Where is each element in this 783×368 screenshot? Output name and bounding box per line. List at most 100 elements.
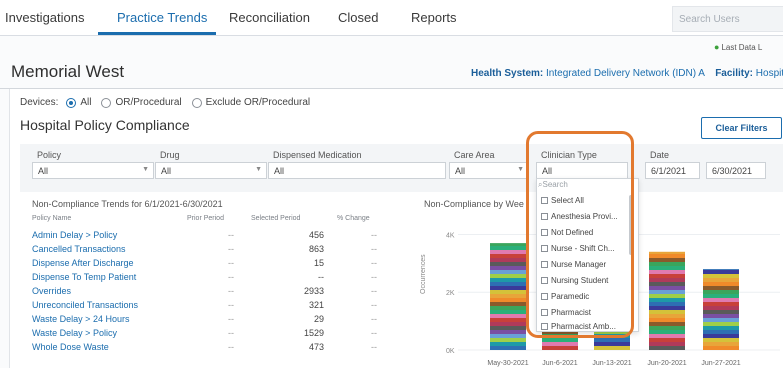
- bar-segment[interactable]: [490, 266, 526, 270]
- bar-segment[interactable]: [703, 294, 739, 298]
- bar-segment[interactable]: [490, 274, 526, 278]
- date-end-input[interactable]: 6/30/2021: [706, 162, 766, 179]
- bar-segment[interactable]: [490, 330, 526, 334]
- bar-segment[interactable]: [649, 274, 685, 278]
- bar-segment[interactable]: [703, 278, 739, 282]
- tab-closed[interactable]: Closed: [338, 10, 378, 25]
- bar-segment[interactable]: [490, 306, 526, 310]
- facility-value[interactable]: Hospital A: [756, 68, 783, 79]
- bar-segment[interactable]: [703, 306, 739, 310]
- bar-segment[interactable]: [649, 251, 685, 254]
- bar-segment[interactable]: [649, 330, 685, 334]
- bar-segment[interactable]: [703, 346, 739, 350]
- bar-segment[interactable]: [490, 338, 526, 342]
- bar-segment[interactable]: [490, 314, 526, 318]
- bar-segment[interactable]: [649, 342, 685, 346]
- bar-segment[interactable]: [649, 322, 685, 326]
- bar-segment[interactable]: [490, 302, 526, 306]
- bar-segment[interactable]: [703, 290, 739, 294]
- dispensed-medication-select[interactable]: All: [268, 162, 446, 179]
- bar-segment[interactable]: [703, 270, 739, 274]
- bar-segment[interactable]: [490, 322, 526, 326]
- bar-segment[interactable]: [490, 246, 526, 250]
- bar-segment[interactable]: [703, 310, 739, 314]
- bar-segment[interactable]: [703, 314, 739, 318]
- bar-segment[interactable]: [649, 326, 685, 330]
- policy-link[interactable]: Admin Delay > Policy: [32, 230, 117, 240]
- radio-all[interactable]: [66, 97, 77, 108]
- drug-select[interactable]: All ▼: [155, 162, 267, 179]
- policy-select[interactable]: All ▼: [32, 162, 154, 179]
- bar-segment[interactable]: [703, 318, 739, 322]
- bar-segment[interactable]: [649, 258, 685, 262]
- bar-segment[interactable]: [490, 282, 526, 286]
- bar-segment[interactable]: [490, 310, 526, 314]
- bar-segment[interactable]: [649, 278, 685, 282]
- bar-segment[interactable]: [649, 306, 685, 310]
- bar-segment[interactable]: [490, 346, 526, 350]
- bar-segment[interactable]: [649, 314, 685, 318]
- tab-reconciliation[interactable]: Reconciliation: [229, 10, 310, 25]
- bar-segment[interactable]: [490, 286, 526, 290]
- policy-link[interactable]: Cancelled Transactions: [32, 244, 126, 254]
- radio-exclude-or-procedural[interactable]: [191, 97, 202, 108]
- bar-segment[interactable]: [703, 302, 739, 306]
- bar-segment[interactable]: [649, 294, 685, 298]
- bar-segment[interactable]: [649, 254, 685, 258]
- bar-segment[interactable]: [490, 254, 526, 258]
- bar-segment[interactable]: [542, 342, 578, 346]
- bar-segment[interactable]: [649, 266, 685, 270]
- bar-segment[interactable]: [649, 282, 685, 286]
- bar-segment[interactable]: [703, 286, 739, 290]
- bar-segment[interactable]: [703, 338, 739, 342]
- bar-segment[interactable]: [490, 278, 526, 282]
- bar-segment[interactable]: [703, 334, 739, 338]
- radio-or-procedural[interactable]: [101, 97, 112, 108]
- bar-segment[interactable]: [649, 270, 685, 274]
- policy-link[interactable]: Unreconciled Transactions: [32, 300, 138, 310]
- bar-segment[interactable]: [649, 346, 685, 350]
- policy-link[interactable]: Dispense After Discharge: [32, 258, 134, 268]
- bar-segment[interactable]: [594, 338, 630, 342]
- bar-segment[interactable]: [490, 270, 526, 274]
- search-users-input[interactable]: Search Users: [672, 6, 783, 32]
- bar-segment[interactable]: [703, 326, 739, 330]
- care-area-select[interactable]: All ▼: [449, 162, 529, 179]
- tab-practice-trends[interactable]: Practice Trends: [117, 10, 207, 25]
- bar-segment[interactable]: [649, 318, 685, 322]
- bar-segment[interactable]: [490, 326, 526, 330]
- bar-segment[interactable]: [490, 290, 526, 294]
- policy-link[interactable]: Overrides: [32, 286, 71, 296]
- health-system-value[interactable]: Integrated Delivery Network (IDN) A: [546, 68, 704, 79]
- bar-segment[interactable]: [649, 290, 685, 294]
- policy-link[interactable]: Whole Dose Waste: [32, 342, 109, 352]
- bar-segment[interactable]: [490, 258, 526, 262]
- bar-segment[interactable]: [490, 342, 526, 346]
- bar-segment[interactable]: [703, 322, 739, 326]
- bar-segment[interactable]: [490, 243, 526, 246]
- bar-segment[interactable]: [649, 310, 685, 314]
- tab-investigations[interactable]: Investigations: [5, 10, 85, 25]
- bar-segment[interactable]: [649, 334, 685, 338]
- bar-segment[interactable]: [490, 318, 526, 322]
- bar-segment[interactable]: [703, 330, 739, 334]
- bar-segment[interactable]: [649, 338, 685, 342]
- bar-segment[interactable]: [649, 262, 685, 266]
- bar-segment[interactable]: [649, 302, 685, 306]
- tab-reports[interactable]: Reports: [411, 10, 457, 25]
- bar-segment[interactable]: [490, 294, 526, 298]
- bar-segment[interactable]: [649, 298, 685, 302]
- bar-segment[interactable]: [594, 346, 630, 350]
- bar-segment[interactable]: [542, 338, 578, 342]
- bar-segment[interactable]: [490, 298, 526, 302]
- policy-link[interactable]: Waste Delay > Policy: [32, 328, 117, 338]
- bar-segment[interactable]: [703, 274, 739, 278]
- bar-segment[interactable]: [649, 286, 685, 290]
- clear-filters-button[interactable]: Clear Filters: [701, 117, 782, 139]
- bar-segment[interactable]: [594, 342, 630, 346]
- bar-segment[interactable]: [703, 282, 739, 286]
- bar-segment[interactable]: [703, 269, 739, 270]
- policy-link[interactable]: Waste Delay > 24 Hours: [32, 314, 129, 324]
- bar-segment[interactable]: [542, 346, 578, 350]
- date-start-input[interactable]: 6/1/2021: [645, 162, 700, 179]
